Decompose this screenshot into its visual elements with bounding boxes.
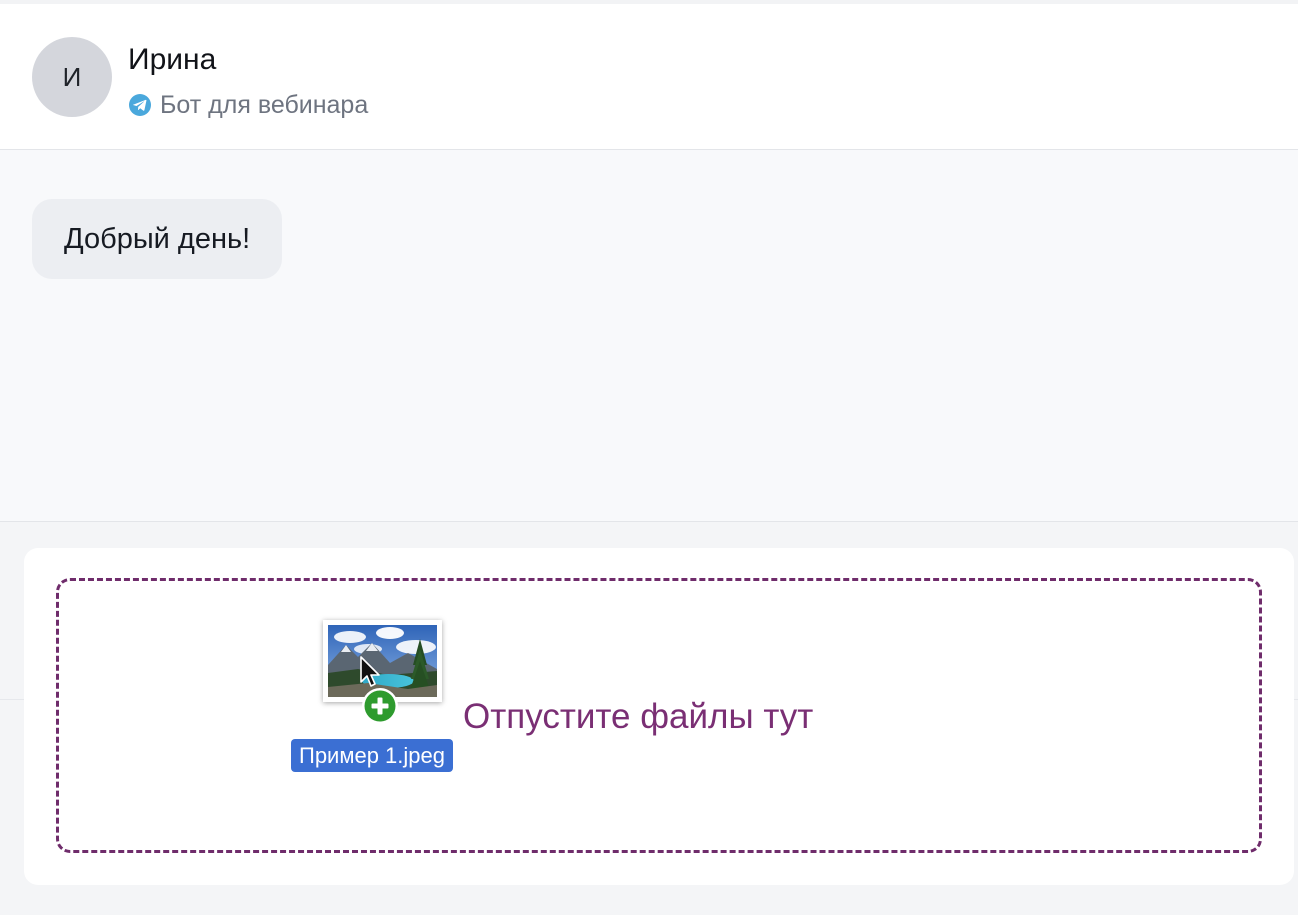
message-bubble: Добрый день! (32, 199, 283, 279)
message-list: Добрый день! (0, 150, 1298, 522)
plus-icon (361, 687, 399, 725)
avatar[interactable]: И (32, 37, 112, 117)
channel-name: Бот для вебинара (160, 90, 369, 119)
contact-name: Ирина (128, 43, 217, 76)
telegram-icon (128, 93, 152, 117)
channel-info: Бот для вебинара (128, 90, 368, 120)
chat-header: И Ирина Бот для вебинара (0, 0, 1298, 150)
dragged-file-name: Пример 1.jpeg (291, 739, 453, 772)
drop-zone-label: Отпустите файлы тут (463, 697, 814, 736)
